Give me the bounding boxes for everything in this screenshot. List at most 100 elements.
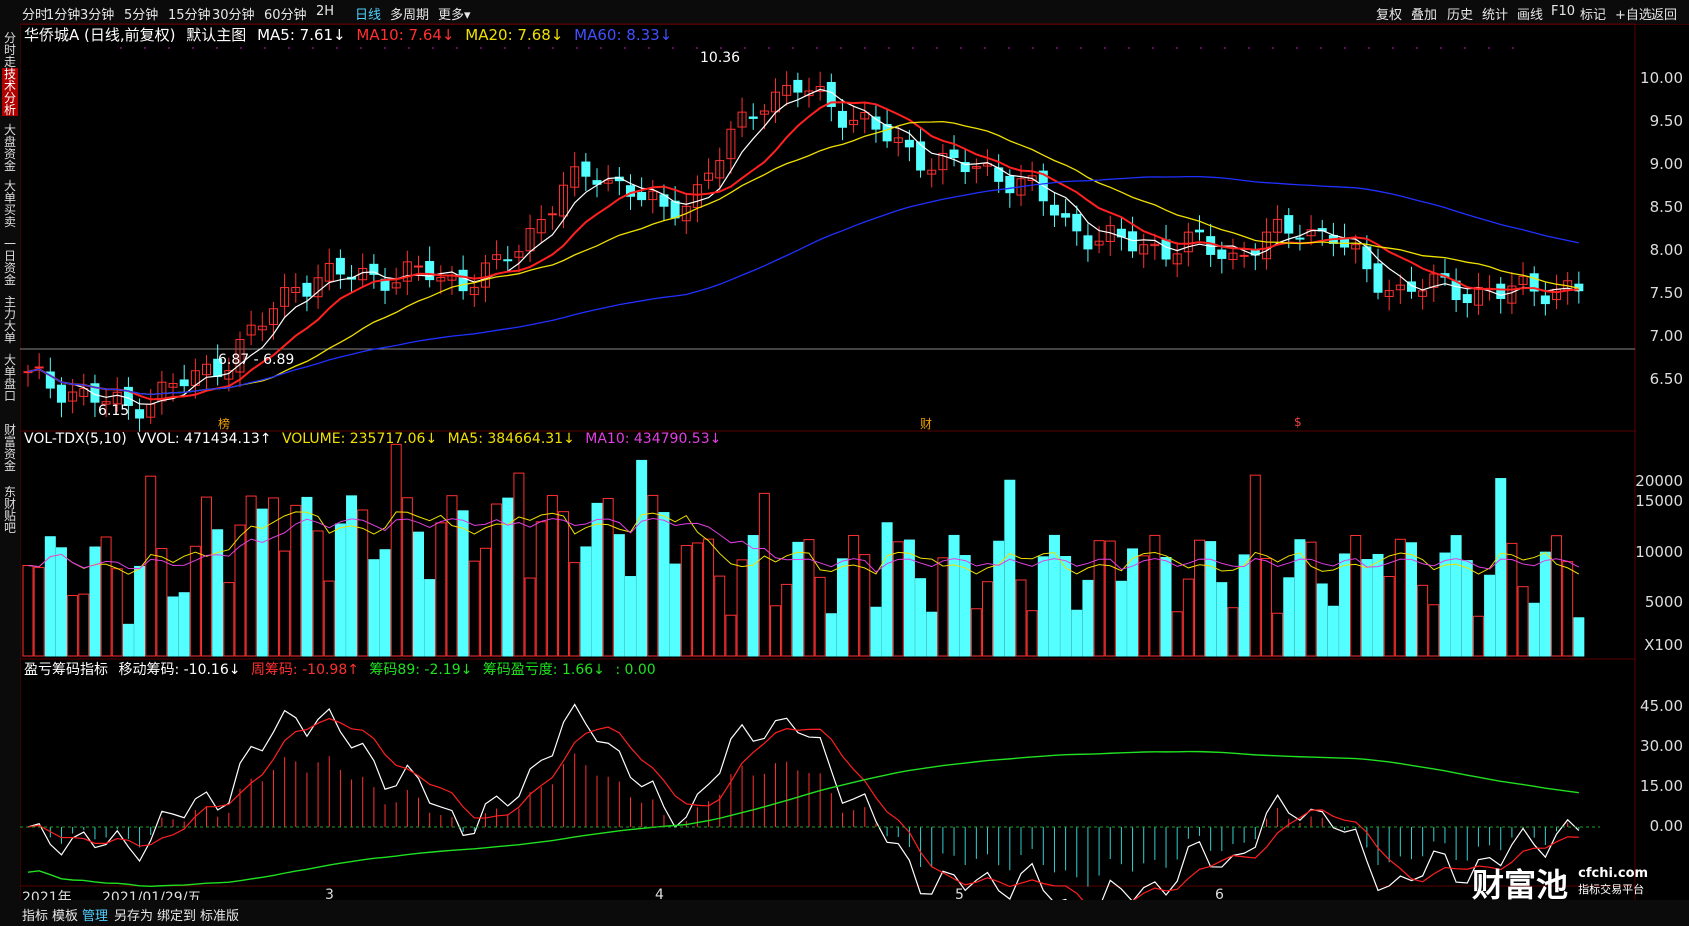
candle-body — [1195, 229, 1204, 233]
event-mark-2[interactable]: 财 — [920, 415, 932, 432]
candle-body — [826, 82, 836, 107]
candle-body — [648, 190, 658, 201]
ind-name[interactable]: 盈亏筹码指标 — [24, 662, 108, 678]
volume-bar — [546, 495, 558, 657]
volume-bar — [290, 504, 302, 657]
volume-bar — [1472, 615, 1484, 657]
sidebar-item-1[interactable]: 技术分析 — [2, 68, 18, 116]
bottom-tab-2[interactable]: 管理 — [82, 905, 108, 924]
ma5-value: MA5: 7.61↓ — [257, 26, 346, 44]
candle-body — [681, 205, 691, 222]
candle-body — [927, 169, 937, 175]
candle-body — [1228, 252, 1238, 261]
volume-bar — [167, 596, 179, 657]
toolbar-right-7[interactable]: +自选 — [1615, 4, 1652, 23]
toolbar-right-8[interactable]: 返回 — [1651, 4, 1677, 23]
vol-ma5-value: MA5: 384664.31↓ — [447, 431, 575, 447]
candle-body — [1540, 295, 1550, 305]
candle-body — [1273, 218, 1283, 233]
toolbar-right-0[interactable]: 复权 — [1376, 4, 1402, 23]
axis-label-indAxis-2: 15.00 — [1640, 777, 1683, 795]
sidebar-item-3[interactable]: 大单买卖 — [2, 180, 18, 228]
candle-body — [715, 160, 725, 179]
sidebar-item-7[interactable]: 财富资金 — [2, 424, 18, 472]
toolbar-5[interactable]: 30分钟 — [212, 4, 255, 23]
volume-bar — [234, 524, 246, 657]
volume-bar — [446, 495, 458, 657]
candle-body — [447, 274, 457, 281]
candle-body — [1473, 286, 1483, 306]
volume-bar — [881, 522, 893, 657]
sidebar-item-2[interactable]: 大盘资金 — [2, 124, 18, 172]
bottom-tab-1[interactable]: 模板 — [52, 905, 78, 924]
toolbar-right-4[interactable]: 画线 — [1517, 4, 1543, 23]
volume-bar — [1461, 560, 1473, 657]
toolbar-2[interactable]: 3分钟 — [80, 4, 114, 23]
candle-body — [1518, 275, 1528, 285]
candle-body — [469, 286, 479, 296]
volume-bar — [1428, 604, 1440, 657]
sidebar-item-8[interactable]: 东财贴吧 — [2, 486, 18, 534]
chart-canvas[interactable] — [0, 0, 1689, 926]
sidebar-item-6[interactable]: 大单盘口 — [2, 354, 18, 402]
volume-bar — [1439, 552, 1451, 657]
event-mark-3[interactable]: $ — [1294, 415, 1302, 429]
candle-body — [804, 90, 814, 97]
toolbar-4[interactable]: 15分钟 — [168, 4, 211, 23]
toolbar-6[interactable]: 60分钟 — [264, 4, 307, 23]
ma60-value: MA60: 8.33↓ — [574, 26, 673, 44]
candle-body — [1496, 283, 1506, 299]
toolbar-9[interactable]: 多周期 — [390, 4, 429, 23]
candle-body — [391, 282, 401, 289]
stock-title[interactable]: 华侨城A (日线,前复权) — [24, 26, 176, 44]
candle-body — [190, 370, 200, 386]
volume-bar — [1026, 610, 1038, 657]
candle-body — [726, 128, 736, 160]
toolbar-right-2[interactable]: 历史 — [1447, 4, 1473, 23]
candle-body — [425, 261, 435, 281]
candle-body — [1440, 273, 1450, 278]
bottom-tab-5[interactable]: 标准版 — [200, 905, 239, 924]
candle-body — [793, 79, 803, 93]
toolbar-right-6[interactable]: 标记 — [1580, 4, 1606, 23]
candle-body — [1340, 238, 1350, 248]
candle-body — [302, 282, 312, 297]
volume-bar — [1082, 579, 1094, 657]
mid-label: 6.87 - 6.89 — [218, 352, 295, 368]
toolbar-right-5[interactable]: F10 — [1551, 4, 1575, 19]
volume-bar — [970, 608, 982, 657]
toolbar-right-3[interactable]: 统计 — [1482, 4, 1508, 23]
bottom-tab-3[interactable]: 另存为 — [114, 905, 153, 924]
candle-body — [837, 110, 847, 128]
sidebar-item-4[interactable]: 一日资金 — [2, 238, 18, 286]
volume-bar — [89, 546, 101, 657]
volume-bar — [413, 531, 424, 657]
left-sidebar: 分时走势技术分析大盘资金大单买卖一日资金主力大单大单盘口财富资金东财贴吧 — [0, 24, 21, 900]
toolbar-1[interactable]: 1分钟 — [46, 4, 80, 23]
bottom-tab-4[interactable]: 绑定到 — [157, 905, 196, 924]
volume-bar — [1450, 535, 1462, 657]
toolbar-0[interactable]: 分时 — [22, 4, 48, 23]
event-mark-1[interactable]: 榜 — [218, 415, 230, 432]
toolbar-8[interactable]: 日线 — [355, 4, 381, 23]
volume-bar — [1573, 617, 1585, 657]
bottom-tab-0[interactable]: 指标 — [22, 905, 48, 924]
volume-bar — [1506, 542, 1518, 657]
toolbar-7[interactable]: 2H — [316, 4, 334, 19]
candle-body — [938, 152, 948, 171]
sidebar-item-5[interactable]: 主力大单 — [2, 296, 18, 344]
volume-bar — [613, 534, 625, 657]
vol-name[interactable]: VOL-TDX(5,10) — [24, 431, 127, 447]
axis-label-priceAxis-0: 10.00 — [1640, 69, 1683, 87]
volume-bar — [569, 562, 581, 657]
candle-body — [1027, 175, 1037, 181]
candle-body — [570, 166, 580, 188]
volume-bar — [1484, 574, 1496, 657]
volume-bar — [580, 546, 592, 657]
vol-ma5-line — [27, 511, 1580, 575]
toolbar-10[interactable]: 更多▾ — [438, 4, 471, 23]
toolbar-right-1[interactable]: 叠加 — [1411, 4, 1437, 23]
template-selector[interactable]: 默认主图 — [186, 26, 246, 44]
ma10-value: MA10: 7.64↓ — [356, 26, 455, 44]
toolbar-3[interactable]: 5分钟 — [124, 4, 158, 23]
